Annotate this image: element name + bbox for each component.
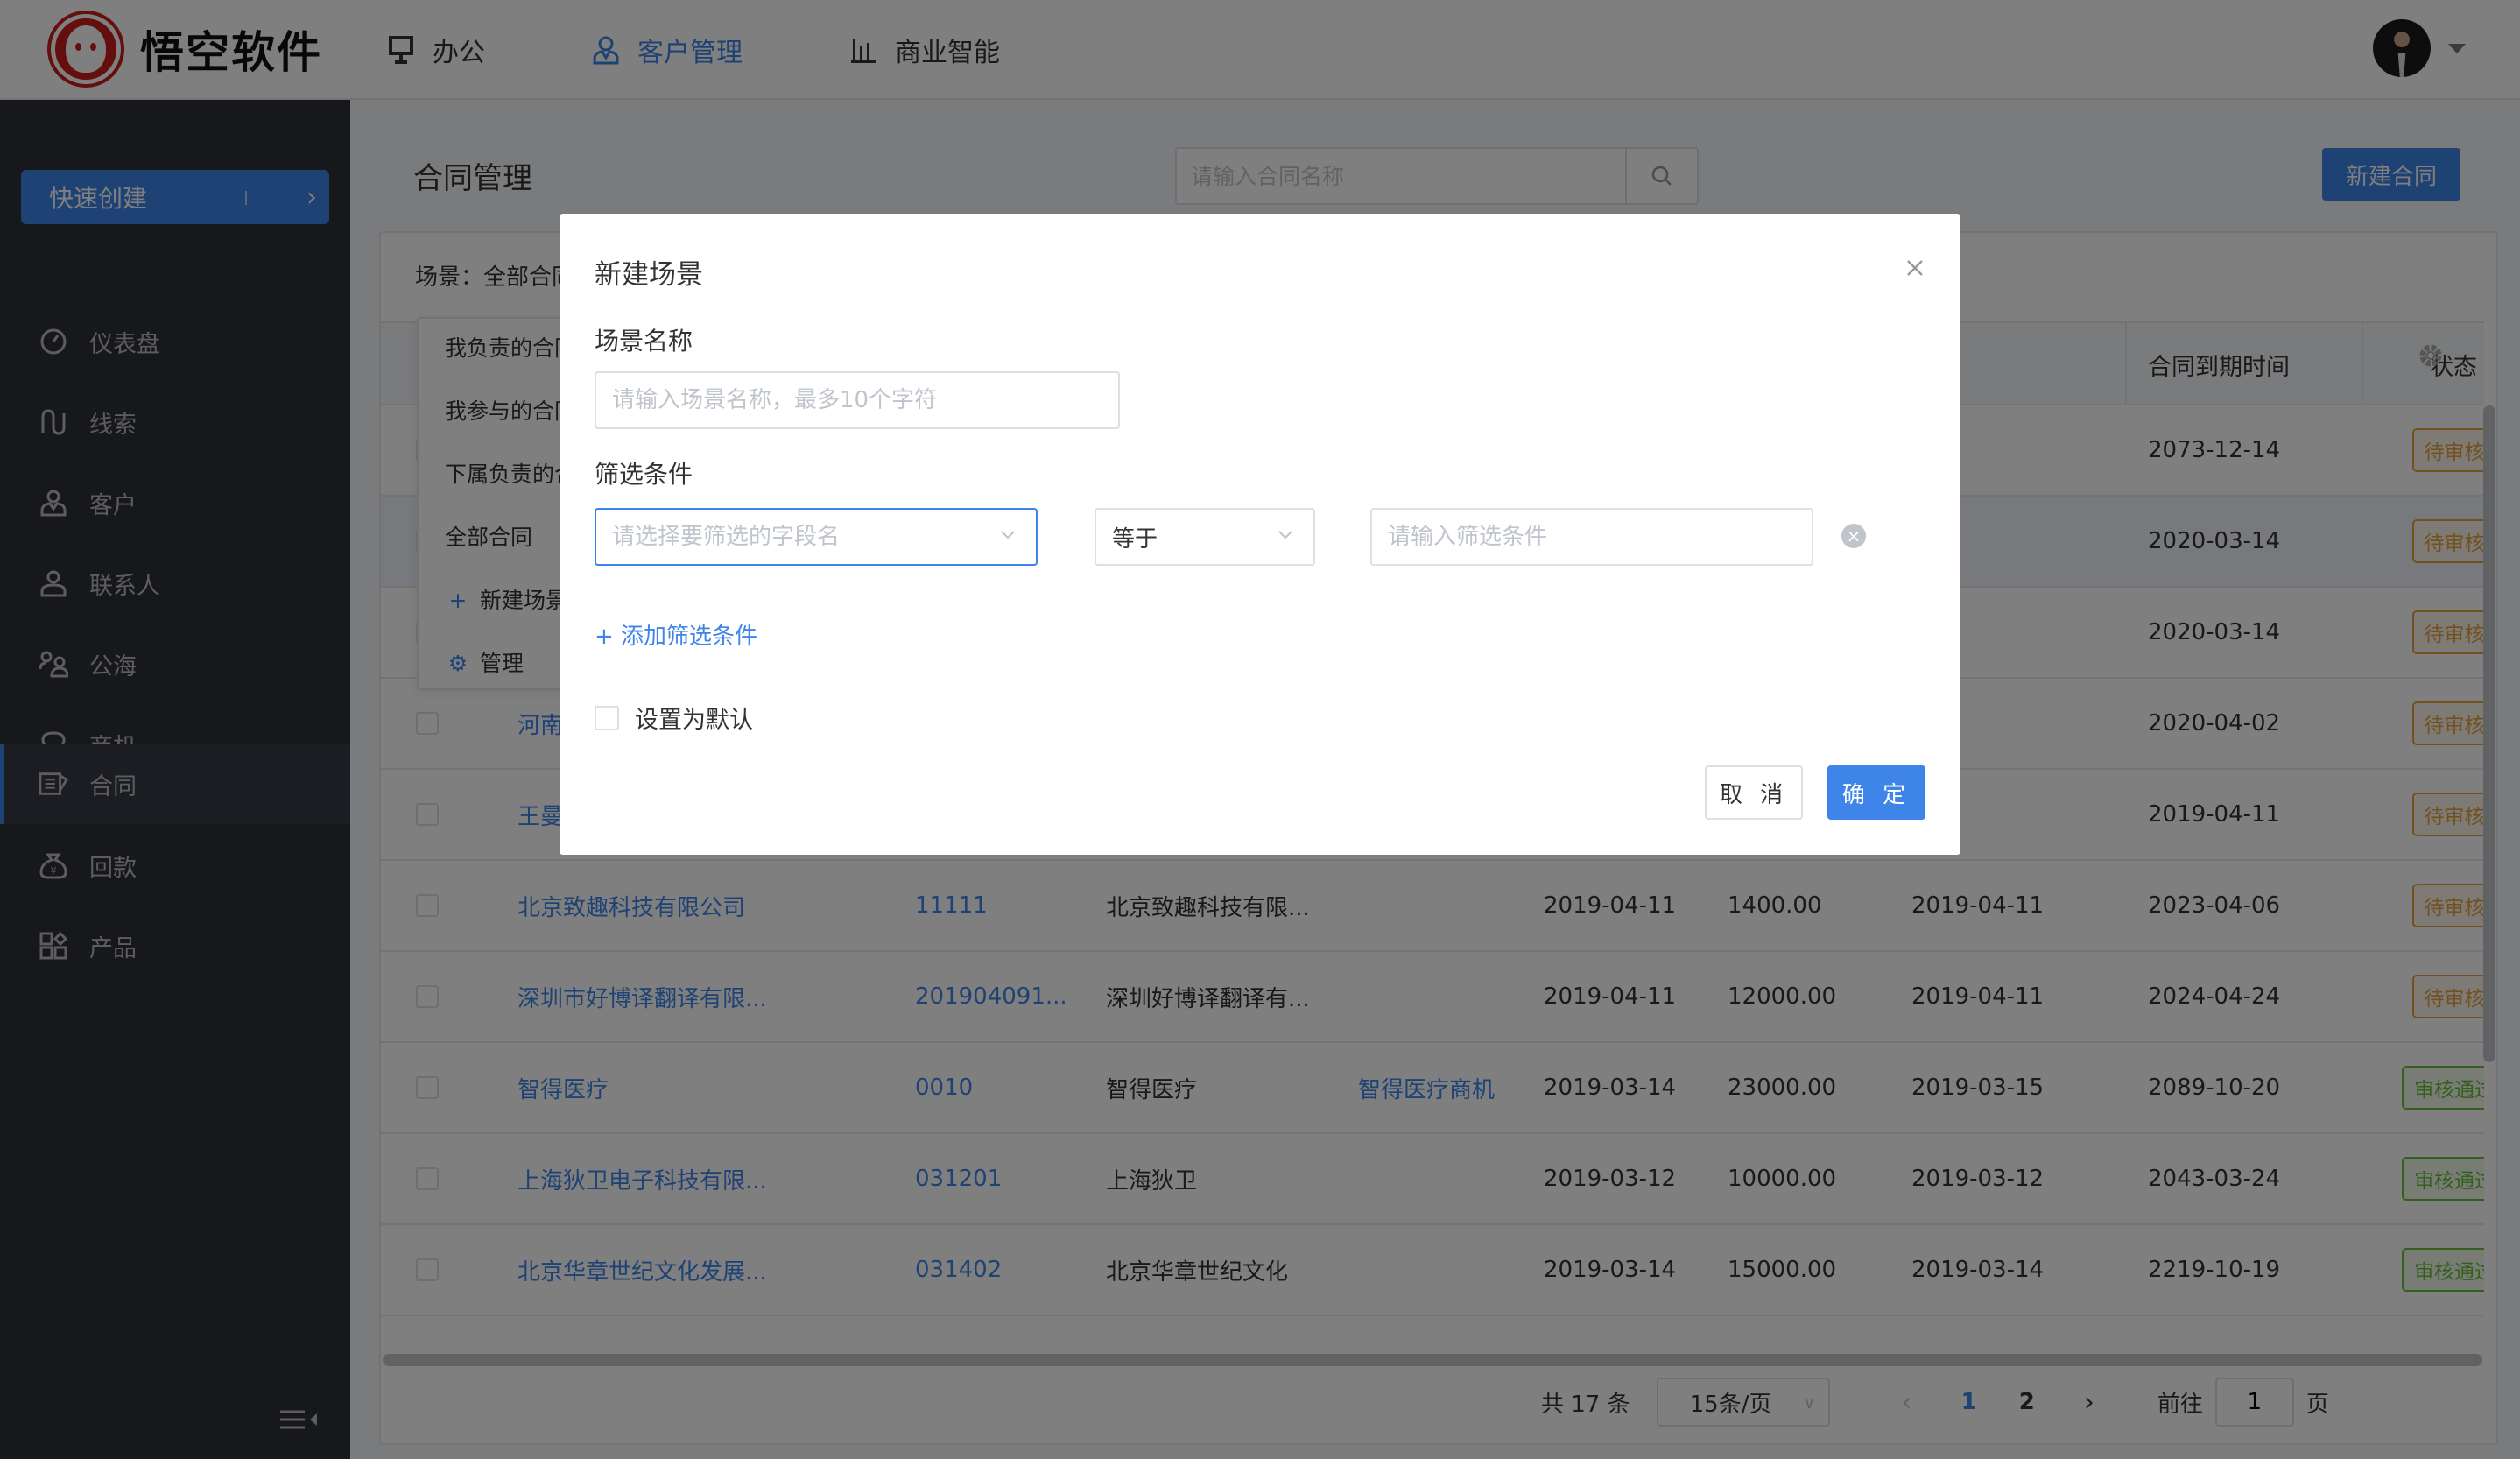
scene-name-label: 场景名称 (595, 327, 693, 356)
filter-field-select[interactable] (595, 508, 1038, 566)
filter-value-input[interactable] (1388, 524, 1812, 550)
filter-value-field (1370, 508, 1813, 566)
remove-condition-icon[interactable]: × (1841, 524, 1866, 548)
filter-field-input[interactable] (612, 524, 1036, 550)
chevron-down-icon (997, 524, 1018, 551)
checkbox[interactable] (595, 705, 619, 730)
new-scene-dialog: 新建场景 场景名称 筛选条件 等于 × + 添加筛选条件 设置为默认 取 消 确… (560, 214, 1960, 855)
close-icon[interactable] (1897, 250, 1932, 285)
set-default-checkbox[interactable]: 设置为默认 (595, 701, 753, 735)
cancel-button[interactable]: 取 消 (1705, 765, 1803, 820)
dialog-title: 新建场景 (595, 259, 703, 291)
chevron-down-icon (1275, 524, 1296, 551)
set-default-label: 设置为默认 (635, 707, 753, 734)
scene-name-input[interactable] (612, 387, 1118, 413)
confirm-button[interactable]: 确 定 (1827, 765, 1925, 820)
add-condition-link[interactable]: + 添加筛选条件 (595, 618, 757, 651)
filter-operator-select[interactable]: 等于 (1095, 508, 1315, 566)
filter-condition-label: 筛选条件 (595, 460, 693, 489)
scene-name-field (595, 371, 1120, 429)
filter-operator-value: 等于 (1112, 525, 1158, 553)
